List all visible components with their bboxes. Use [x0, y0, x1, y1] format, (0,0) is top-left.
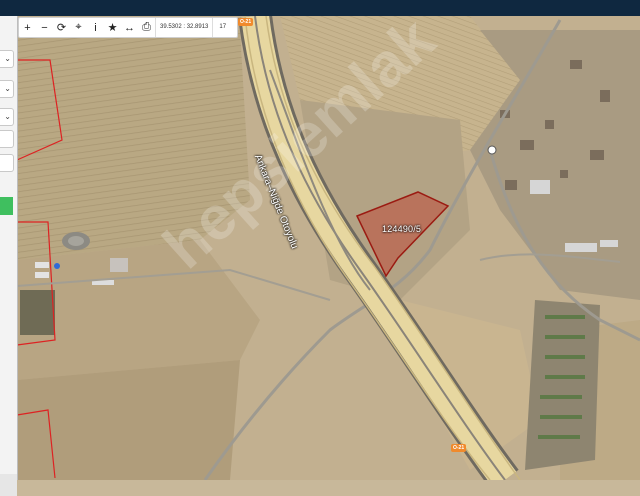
refresh-icon[interactable]: ⟳ [53, 18, 70, 37]
filter-dropdown-1[interactable]: ⌄ [0, 50, 14, 68]
zoom-level-readout: 17 [212, 18, 232, 37]
highway-shield-bottom: O-21 [451, 444, 467, 452]
chevron-down-icon: ⌄ [4, 54, 11, 63]
satellite-map[interactable] [0, 0, 640, 480]
star-icon[interactable]: ★ [104, 18, 121, 37]
filter-dropdown-3[interactable]: ⌄ [0, 108, 14, 126]
measure-icon[interactable]: ↔ [121, 18, 138, 37]
filter-input-1[interactable] [0, 130, 14, 148]
zoom-in-icon[interactable]: + [19, 18, 36, 37]
chevron-down-icon: ⌄ [4, 84, 11, 93]
info-icon[interactable]: i [87, 18, 104, 37]
side-panel: ⌄ ⌄ ⌄ [0, 16, 18, 496]
print-icon[interactable]: ⎙ [138, 18, 155, 37]
search-button[interactable] [0, 197, 13, 215]
panel-scrollbar[interactable] [0, 474, 17, 496]
filter-input-2[interactable] [0, 154, 14, 172]
top-header-bar [0, 0, 640, 16]
locate-icon[interactable]: ⌖ [70, 18, 87, 37]
zoom-out-icon[interactable]: − [36, 18, 53, 37]
map-toolbar: + − ⟳ ⌖ i ★ ↔ ⎙ 39.5302 : 32.8913 17 [18, 17, 238, 38]
chevron-down-icon: ⌄ [4, 112, 11, 121]
coordinate-readout: 39.5302 : 32.8913 [155, 18, 212, 37]
filter-dropdown-2[interactable]: ⌄ [0, 80, 14, 98]
highway-shield-top: O-21 [238, 18, 254, 26]
parcel-number-label: 124490/5 [382, 224, 422, 234]
